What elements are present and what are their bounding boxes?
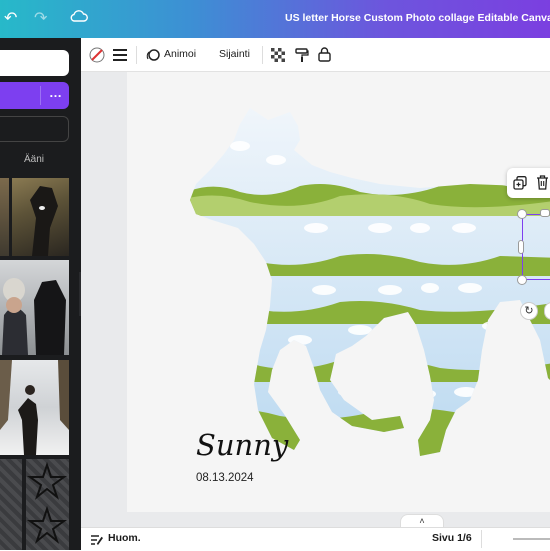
bottom-bar: Huom. Sivu 1/6 [81,527,550,550]
duplicate-icon[interactable] [513,176,527,195]
show-pages-chevron-icon[interactable]: ˄ [400,514,444,528]
resize-handle[interactable] [517,275,527,285]
rotate-icon[interactable]: ↻ [520,302,538,320]
element-action-menu [507,168,550,198]
resize-handle[interactable] [540,209,550,217]
notes-icon[interactable] [90,533,104,551]
notes-button[interactable]: Huom. [108,532,141,544]
date-text[interactable]: 08.13.2024 [196,472,254,484]
horse-photo-collage[interactable] [0,0,550,550]
selection-box[interactable] [522,214,550,280]
resize-handle[interactable] [518,240,524,254]
divider [481,530,482,548]
name-text[interactable]: Sunny [196,428,288,462]
zoom-slider[interactable] [513,538,550,540]
page-indicator[interactable]: Sivu 1/6 [432,532,472,544]
resize-handle[interactable] [517,209,527,219]
trash-icon[interactable] [536,175,549,195]
